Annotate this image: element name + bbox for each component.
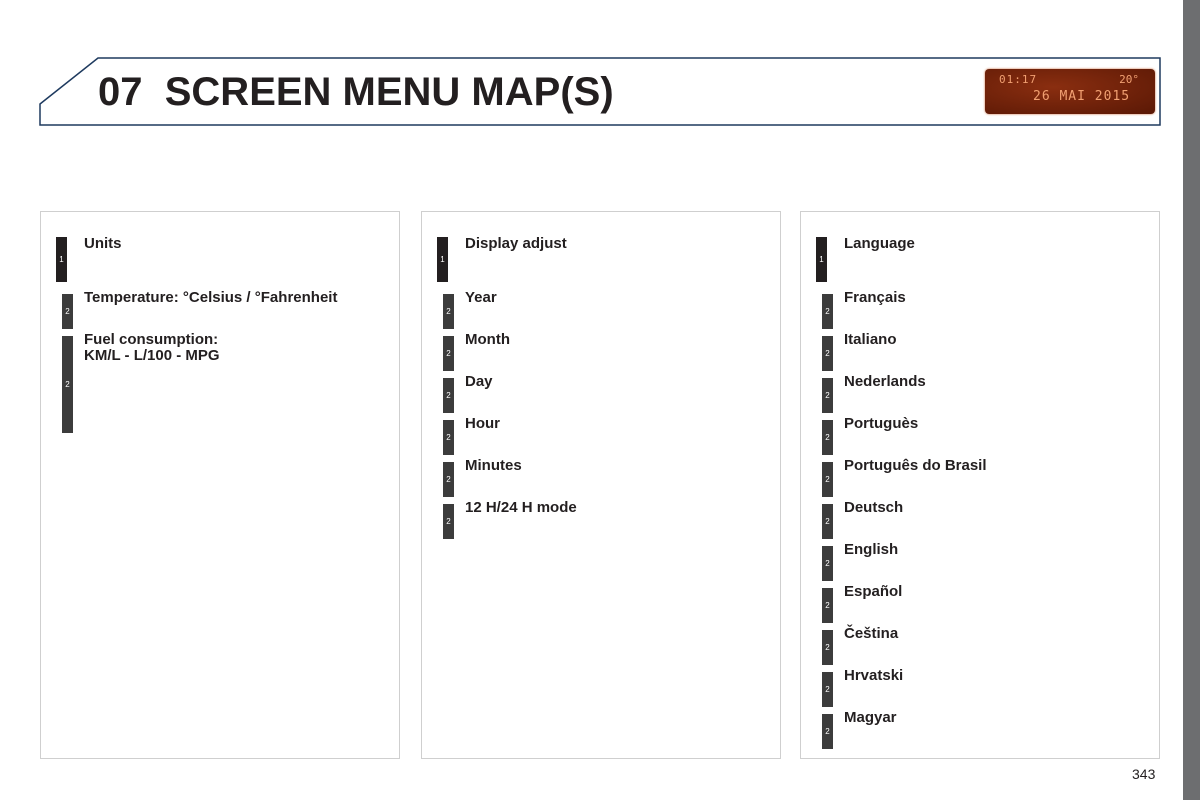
- menu-item-label: Fuel consumption: KM/L - L/100 - MPG: [84, 331, 220, 364]
- menu-item-label: English: [844, 541, 899, 558]
- menu-item-label: Nederlands: [844, 373, 926, 390]
- level-2-marker: 2: [822, 378, 833, 413]
- level-2-marker: 2: [822, 420, 833, 455]
- chapter-title: SCREEN MENU MAP(S): [164, 70, 614, 114]
- level-2-marker: 2: [822, 336, 833, 371]
- menu-item-label: Minutes: [465, 457, 522, 474]
- level-1-marker: 1: [56, 237, 67, 282]
- menu-item-label: Display adjust: [465, 235, 567, 252]
- level-1-marker: 1: [816, 237, 827, 282]
- chapter-number: 07: [98, 70, 143, 114]
- menu-item-label: 12 H/24 H mode: [465, 499, 577, 516]
- level-2-marker: 2: [822, 462, 833, 497]
- menu-item-label: Day: [465, 373, 493, 390]
- level-2-marker: 2: [443, 336, 454, 371]
- lcd-display-image: 01:17 20° 26 MAI 2015: [985, 69, 1155, 114]
- menu-item-label: Hour: [465, 415, 500, 432]
- menu-item-label: Português do Brasil: [844, 457, 987, 474]
- menu-item-label: Deutsch: [844, 499, 904, 516]
- level-2-marker: 2: [443, 294, 454, 329]
- level-2-marker: 2: [62, 336, 73, 433]
- page-number: 343: [1132, 766, 1156, 782]
- level-2-marker: 2: [822, 630, 833, 665]
- menu-item-label: Portuguès: [844, 415, 919, 432]
- level-2-marker: 2: [443, 462, 454, 497]
- level-2-marker: 2: [822, 672, 833, 707]
- level-2-marker: 2: [62, 294, 73, 329]
- panel-display-adjust: 1 Display adjust 2 Year 2 Month 2 Day 2 Hour 2 Minu…: [421, 211, 781, 759]
- display-time: 01:17: [999, 73, 1038, 86]
- menu-item-label: Month: [465, 331, 510, 348]
- page-title: 07 SCREEN MENU MAP(S): [98, 70, 614, 115]
- level-2-marker: 2: [443, 504, 454, 539]
- display-temperature: 20°: [1119, 73, 1139, 86]
- menu-item-label: Italiano: [844, 331, 897, 348]
- level-2-marker: 2: [822, 294, 833, 329]
- level-2-marker: 2: [822, 546, 833, 581]
- menu-item-label: Čeština: [844, 625, 899, 642]
- menu-item-label: Magyar: [844, 709, 897, 726]
- panel-units: 1 Units 2 Temperature: °Celsius / °Fahrenhe…: [40, 211, 400, 759]
- level-2-marker: 2: [822, 504, 833, 539]
- panel-language: 1 Language 2 Français 2 Italiano 2 Nederlands 2 P…: [800, 211, 1160, 759]
- menu-item-label: Language: [844, 235, 915, 252]
- menu-item-label: Year: [465, 289, 497, 306]
- level-1-marker: 1: [437, 237, 448, 282]
- menu-item-label: Español: [844, 583, 903, 600]
- display-date: 26 MAI 2015: [1033, 89, 1131, 104]
- menu-item-label: Hrvatski: [844, 667, 904, 684]
- level-2-marker: 2: [443, 378, 454, 413]
- menu-item-label: Units: [84, 235, 122, 252]
- level-2-marker: 2: [822, 714, 833, 749]
- menu-item-label: Français: [844, 289, 906, 306]
- menu-item-label: Temperature: °Celsius / °Fahrenheit: [84, 289, 338, 306]
- level-2-marker: 2: [443, 420, 454, 455]
- level-2-marker: 2: [822, 588, 833, 623]
